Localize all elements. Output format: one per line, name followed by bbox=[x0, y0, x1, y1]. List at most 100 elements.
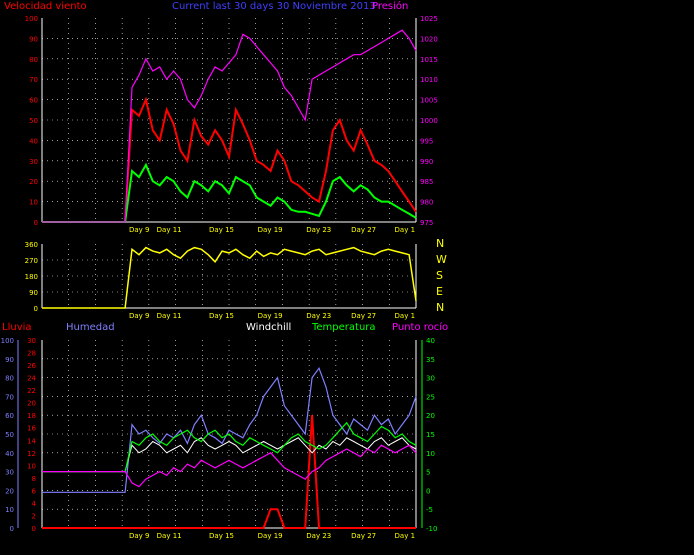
temp-ytick: 15 bbox=[426, 431, 435, 439]
pressure-ytick: 990 bbox=[420, 158, 433, 166]
wind-xtick: Day 15 bbox=[209, 226, 234, 234]
dir-ytick: 270 bbox=[25, 257, 38, 265]
pressure-ytick: 980 bbox=[420, 199, 433, 207]
pressure-ytick: 985 bbox=[420, 178, 433, 186]
wind-ytick: 90 bbox=[29, 35, 38, 43]
temp-ytick: 20 bbox=[426, 412, 435, 420]
pressure-ytick: 1005 bbox=[420, 97, 438, 105]
legend-rain: Lluvia bbox=[2, 322, 32, 333]
pressure-ytick: 995 bbox=[420, 137, 433, 145]
hum-xtick: Day 11 bbox=[157, 532, 182, 540]
pressure-ytick: 1015 bbox=[420, 56, 438, 64]
wind-ytick: 70 bbox=[29, 76, 38, 84]
temp-ytick: 35 bbox=[426, 356, 435, 364]
temp-ytick: 30 bbox=[426, 375, 435, 383]
wind-ytick: 20 bbox=[29, 178, 38, 186]
dir-ytick: 0 bbox=[34, 305, 38, 313]
hum-ytick: 60 bbox=[5, 412, 14, 420]
hum-ytick: 50 bbox=[5, 431, 14, 439]
rain-ytick: 2 bbox=[32, 512, 36, 520]
rain-ytick: 28 bbox=[27, 350, 36, 358]
weather-chart: Velocidad viento Current last 30 days 30… bbox=[1, 0, 449, 540]
rain-ytick: 10 bbox=[27, 462, 36, 470]
wind-ytick: 10 bbox=[29, 199, 38, 207]
temp-ytick: 0 bbox=[426, 487, 430, 495]
temp-ytick: 40 bbox=[426, 337, 435, 345]
hum-ytick: 20 bbox=[5, 487, 14, 495]
compass-label-2: S bbox=[436, 269, 443, 282]
pressure-ytick: 1010 bbox=[420, 76, 438, 84]
rain-ytick: 18 bbox=[27, 412, 36, 420]
hum-ytick: 90 bbox=[5, 356, 14, 364]
legend-windchill: Windchill bbox=[246, 322, 291, 333]
hum-ytick: 30 bbox=[5, 469, 14, 477]
dir-xtick: Day 9 bbox=[129, 312, 150, 320]
rain-ytick: 24 bbox=[27, 375, 36, 383]
hum-xtick: Day 1 bbox=[395, 532, 416, 540]
wind-ytick: 100 bbox=[25, 15, 38, 23]
pressure-title: Presión bbox=[372, 0, 408, 12]
pressure-ytick: 1025 bbox=[420, 15, 438, 23]
temp-ytick: 5 bbox=[426, 469, 430, 477]
windchill-series bbox=[42, 437, 417, 473]
temp-ytick: -5 bbox=[426, 506, 433, 514]
rain-ytick: 16 bbox=[27, 425, 36, 433]
wind-ytick: 60 bbox=[29, 97, 38, 105]
legend-humidity: Humedad bbox=[66, 322, 115, 333]
compass-label-3: E bbox=[436, 285, 443, 298]
rain-ytick: 8 bbox=[32, 475, 36, 483]
compass-label-1: W bbox=[436, 253, 447, 266]
rain-ytick: 30 bbox=[27, 337, 36, 345]
dir-ytick: 90 bbox=[29, 289, 38, 297]
hum-ytick: 80 bbox=[5, 375, 14, 383]
wind-xtick: Day 23 bbox=[306, 226, 331, 234]
wind-xtick: Day 1 bbox=[395, 226, 416, 234]
dir-xtick: Day 11 bbox=[157, 312, 182, 320]
rain-ytick: 22 bbox=[27, 387, 36, 395]
rain-ytick: 12 bbox=[27, 450, 36, 458]
temp-ytick: 25 bbox=[426, 393, 435, 401]
dir-ytick: 180 bbox=[25, 273, 38, 281]
rain-ytick: 20 bbox=[27, 400, 36, 408]
humidity-series bbox=[42, 366, 417, 493]
hum-xtick: Day 15 bbox=[209, 532, 234, 540]
wind-xtick: Day 9 bbox=[129, 226, 150, 234]
temp-ytick: 10 bbox=[426, 450, 435, 458]
compass-label-4: N bbox=[436, 301, 444, 314]
legend-dewpoint: Punto rocío bbox=[392, 321, 448, 333]
dir-ytick: 360 bbox=[25, 241, 38, 249]
hum-ytick: 100 bbox=[1, 337, 14, 345]
compass-label-0: N bbox=[436, 237, 444, 250]
pressure-ytick: 975 bbox=[420, 219, 433, 227]
dir-xtick: Day 23 bbox=[306, 312, 331, 320]
wind-ytick: 30 bbox=[29, 158, 38, 166]
wind-direction-panel: N W S E N 0 90 180 270 360 Day 9 Day 11 Day 15 D… bbox=[25, 237, 447, 320]
rain-ytick: 6 bbox=[32, 487, 37, 495]
rain-ytick: 4 bbox=[32, 500, 37, 508]
period-title: Current last 30 days 30 Noviembre 2013 bbox=[172, 1, 376, 12]
pressure-ytick: 1020 bbox=[420, 35, 438, 43]
pressure-ytick: 1000 bbox=[420, 117, 438, 125]
wind-ytick: 40 bbox=[29, 137, 38, 145]
hum-xtick: Day 27 bbox=[351, 532, 376, 540]
wind-xtick: Day 19 bbox=[258, 226, 283, 234]
hum-ytick: 40 bbox=[5, 450, 14, 458]
wind-xtick: Day 11 bbox=[157, 226, 182, 234]
rain-humidity-temp-panel: Lluvia Humedad Windchill Temperatura Pun… bbox=[1, 321, 449, 540]
rain-ytick: 14 bbox=[27, 437, 36, 445]
hum-ytick: 0 bbox=[10, 525, 14, 533]
wind-speed-title: Velocidad viento bbox=[4, 1, 87, 12]
hum-xtick: Day 23 bbox=[306, 532, 331, 540]
wind-xtick: Day 27 bbox=[351, 226, 376, 234]
hum-xtick: Day 19 bbox=[258, 532, 283, 540]
rain-ytick: 26 bbox=[27, 362, 36, 370]
dir-xtick: Day 19 bbox=[258, 312, 283, 320]
wind-ytick: 50 bbox=[29, 117, 38, 125]
dir-xtick: Day 27 bbox=[351, 312, 376, 320]
temp-ytick: -10 bbox=[426, 525, 437, 533]
legend-temperature: Temperatura bbox=[311, 322, 376, 333]
direction-series bbox=[42, 246, 417, 309]
wind-pressure-panel: Velocidad viento Current last 30 days 30… bbox=[4, 0, 438, 234]
hum-ytick: 10 bbox=[5, 506, 14, 514]
wind-ytick: 80 bbox=[29, 56, 38, 64]
